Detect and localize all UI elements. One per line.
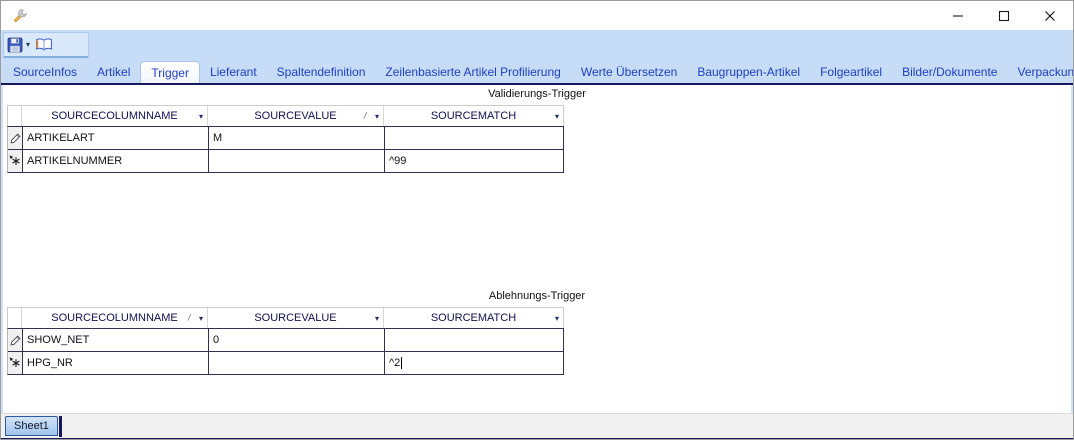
trigger-page: Validierungs-TriggerSOURCECOLUMNNAME▾SOU… [1,85,1073,413]
wrench-icon [12,8,28,24]
grid-header-row: SOURCECOLUMNNAME/▾SOURCEVALUE▾SOURCEMATC… [7,307,564,328]
row-header-pencil-icon[interactable] [8,329,22,351]
browse-button[interactable] [32,34,56,56]
cell-value: SHOW_NET [27,334,89,346]
column-dropdown-arrow-icon[interactable]: ▾ [555,314,559,323]
floppy-disk-icon [7,37,23,53]
grid-cell[interactable]: 0 [208,329,384,351]
grid-cell[interactable] [208,150,384,172]
toolbar-group: ▾ [3,32,89,58]
save-button[interactable] [4,34,26,56]
table-row: ARTIKELNUMMER ^99 [8,150,563,172]
column-header-label: SOURCEVALUE [254,110,336,122]
grid-corner-cell [8,308,22,328]
tab-trigger[interactable]: Trigger [140,61,200,83]
ablehnungs-trigger-grid: SOURCECOLUMNNAME/▾SOURCEVALUE▾SOURCEMATC… [7,307,564,375]
column-header-label: SOURCEMATCH [431,110,516,122]
grid-cell[interactable]: ARTIKELART [22,127,208,149]
grid-body: ARTIKELART M ARTIKELNUMMER ^99 [7,126,564,173]
tab-folgeartikel[interactable]: Folgeartikel [810,60,892,83]
table-row: SHOW_NET 0 [8,329,563,352]
cell-value: ^2 [389,357,400,369]
tab-baugruppen-artikel[interactable]: Baugruppen-Artikel [687,60,810,83]
grid-body: SHOW_NET 0 HPG_NR ^2 [7,328,564,375]
ablehnungs-trigger-label: Ablehnungs-Trigger [3,290,1071,302]
sort-indicator-icon: / [363,111,368,121]
grid-cell[interactable]: HPG_NR [22,352,208,374]
column-dropdown-arrow-icon[interactable]: ▾ [375,112,379,121]
grid-cell[interactable]: ^99 [384,150,563,172]
sheet-tab-sheet1[interactable]: Sheet1 [5,416,58,436]
cell-value: HPG_NR [27,357,73,369]
grid-corner-cell [8,106,22,126]
column-dropdown-arrow-icon[interactable]: ▾ [375,314,379,323]
validierungs-trigger-label: Validierungs-Trigger [3,88,1071,100]
title-bar [1,1,1073,30]
maximize-button[interactable] [981,1,1027,30]
save-dropdown-arrow-icon[interactable]: ▾ [26,40,30,49]
column-header-sourcematch[interactable]: SOURCEMATCH ▾ [384,106,563,126]
validierungs-trigger-grid: SOURCECOLUMNNAME▾SOURCEVALUE/▾SOURCEMATC… [7,105,564,173]
grid-cell[interactable]: ARTIKELNUMMER [22,150,208,172]
cell-value: 0 [213,334,219,346]
column-dropdown-arrow-icon[interactable]: ▾ [555,112,559,121]
minimize-button[interactable] [935,1,981,30]
toolbar: ▾ [1,30,1073,60]
grid-cell[interactable] [208,352,384,374]
sort-indicator-icon: / [187,313,192,323]
column-header-sourcematch[interactable]: SOURCEMATCH ▾ [384,308,563,328]
grid-cell[interactable]: M [208,127,384,149]
grid-cell[interactable]: SHOW_NET [22,329,208,351]
column-header-label: SOURCEVALUE [254,312,336,324]
column-header-sourcecolumnname[interactable]: SOURCECOLUMNNAME / ▾ [22,308,208,328]
table-row: HPG_NR ^2 [8,352,563,374]
row-header-new-row-icon[interactable] [8,150,22,172]
grid-cell[interactable] [384,127,563,149]
tab-spaltendefinition[interactable]: Spaltendefinition [267,60,376,83]
column-dropdown-arrow-icon[interactable]: ▾ [199,314,203,323]
tab-artikel[interactable]: Artikel [87,60,140,83]
column-header-sourcecolumnname[interactable]: SOURCECOLUMNNAME ▾ [22,106,208,126]
grid-cell[interactable]: ^2 [384,352,563,374]
tab-bilder-dokumente[interactable]: Bilder/Dokumente [892,60,1007,83]
column-header-sourcevalue[interactable]: SOURCEVALUE ▾ [208,308,384,328]
column-dropdown-arrow-icon[interactable]: ▾ [199,112,203,121]
tab-sourceinfos[interactable]: SourceInfos [3,60,87,83]
column-header-label: SOURCEMATCH [431,312,516,324]
cell-value: M [213,132,222,144]
column-header-label: SOURCECOLUMNNAME [51,312,178,324]
close-button[interactable] [1027,1,1073,30]
table-row: ARTIKELART M [8,127,563,150]
window-controls [935,1,1073,30]
sheet-tab-separator [59,416,62,437]
cell-value: ^99 [389,155,406,167]
tab-werte-übersetzen[interactable]: Werte Übersetzen [571,60,688,83]
text-caret [401,357,402,369]
tab-zeilenbasierte-artikel-profilierung[interactable]: Zeilenbasierte Artikel Profilierung [375,60,570,83]
sheet-bar: Sheet1 [1,413,1073,438]
row-header-pencil-icon[interactable] [8,127,22,149]
grid-header-row: SOURCECOLUMNNAME▾SOURCEVALUE/▾SOURCEMATC… [7,105,564,126]
column-header-label: SOURCECOLUMNNAME [51,110,178,122]
application-window: ▾ SourceInfosArtikelTriggerLieferantSpal… [0,0,1074,440]
column-header-sourcevalue[interactable]: SOURCEVALUE / ▾ [208,106,384,126]
cell-value: ARTIKELNUMMER [27,155,122,167]
tab-verpackung[interactable]: Verpackung [1007,60,1074,83]
cell-value: ARTIKELART [27,132,94,144]
tab-lieferant[interactable]: Lieferant [200,60,267,83]
row-header-new-row-icon[interactable] [8,352,22,374]
open-book-icon [35,38,53,52]
tab-strip: SourceInfosArtikelTriggerLieferantSpalte… [1,60,1073,85]
grid-cell[interactable] [384,329,563,351]
